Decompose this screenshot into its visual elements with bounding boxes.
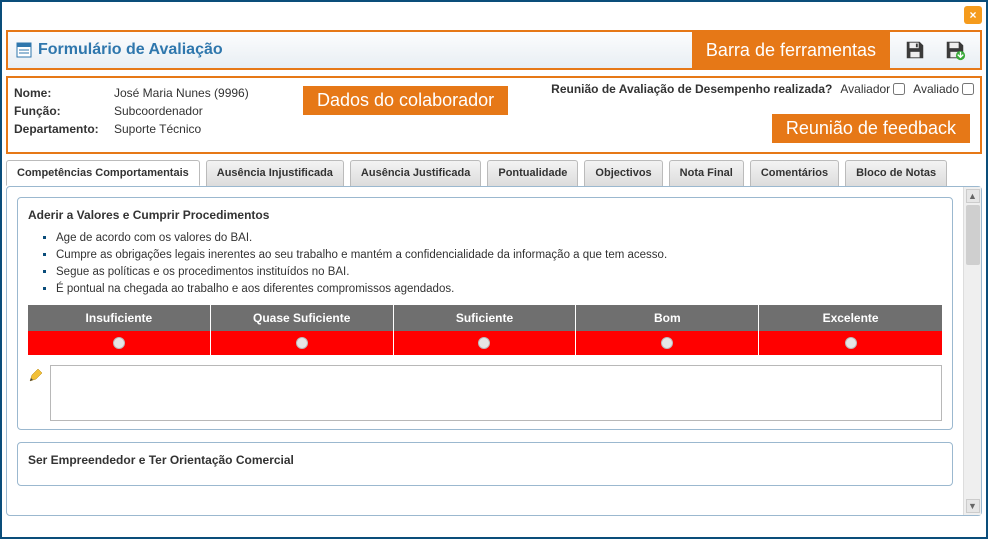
rating-head: Insuficiente: [28, 305, 211, 331]
annotation-collaborator: Dados do colaborador: [303, 86, 508, 115]
annotation-toolbar-label: Barra de ferramentas: [692, 32, 890, 68]
list-item: Cumpre as obrigações legais inerentes ao…: [56, 249, 942, 261]
list-item: Segue as políticas e os procedimentos in…: [56, 266, 942, 278]
scroll-down-button[interactable]: ▼: [966, 499, 980, 513]
function-value: Subcoordenador: [114, 104, 203, 118]
tab-objectivos[interactable]: Objectivos: [584, 160, 662, 186]
rating-cell: [211, 331, 394, 355]
department-value: Suporte Técnico: [114, 122, 201, 136]
competency-block-1: Aderir a Valores e Cumprir Procedimentos…: [17, 197, 953, 430]
rating-cell: [394, 331, 577, 355]
name-label: Nome:: [14, 86, 114, 100]
content-area: Aderir a Valores e Cumprir Procedimentos…: [6, 186, 982, 516]
rating-radio-excelente[interactable]: [845, 337, 857, 349]
toolbar: [890, 32, 980, 68]
save-and-submit-button[interactable]: [944, 39, 966, 61]
rating-col-bom: Bom: [576, 305, 759, 355]
evaluated-checkbox-label: Avaliado: [913, 82, 974, 96]
rating-head: Excelente: [759, 305, 942, 331]
tab-competencias[interactable]: Competências Comportamentais: [6, 160, 200, 186]
list-item: É pontual na chegada ao trabalho e aos d…: [56, 283, 942, 295]
annotation-feedback: Reunião de feedback: [772, 114, 970, 143]
tabs-row: Competências Comportamentais Ausência In…: [6, 160, 982, 186]
tab-pontualidade[interactable]: Pontualidade: [487, 160, 578, 186]
comment-row: [28, 365, 942, 421]
rating-col-excelente: Excelente: [759, 305, 942, 355]
close-button[interactable]: ×: [964, 6, 982, 24]
function-label: Função:: [14, 104, 114, 118]
rating-cell: [759, 331, 942, 355]
scrollbar[interactable]: ▲ ▼: [963, 187, 981, 515]
evaluated-label: Avaliado: [913, 82, 959, 96]
rating-head: Quase Suficiente: [211, 305, 394, 331]
tab-comentarios[interactable]: Comentários: [750, 160, 839, 186]
employee-info-panel: Nome: José Maria Nunes (9996) Função: Su…: [6, 76, 982, 154]
title-bar: Formulário de Avaliação Barra de ferrame…: [6, 30, 982, 70]
evaluator-label: Avaliador: [840, 82, 890, 96]
department-label: Departamento:: [14, 122, 114, 136]
competency-block-2: Ser Empreendedor e Ter Orientação Comerc…: [17, 442, 953, 486]
evaluated-checkbox[interactable]: [962, 83, 974, 95]
title-left: Formulário de Avaliação: [8, 32, 692, 68]
meeting-area: Reunião de Avaliação de Desempenho reali…: [551, 82, 974, 96]
form-icon: [16, 42, 32, 58]
rating-radio-insuficiente[interactable]: [113, 337, 125, 349]
rating-radio-bom[interactable]: [661, 337, 673, 349]
tab-nota-final[interactable]: Nota Final: [669, 160, 744, 186]
tab-bloco-notas[interactable]: Bloco de Notas: [845, 160, 947, 186]
rating-head: Suficiente: [394, 305, 577, 331]
comment-textarea[interactable]: [50, 365, 942, 421]
competency-title-2: Ser Empreendedor e Ter Orientação Comerc…: [28, 453, 942, 467]
rating-radio-quase-suficiente[interactable]: [296, 337, 308, 349]
rating-col-suficiente: Suficiente: [394, 305, 577, 355]
competency-bullets-1: Age de acordo com os valores do BAI. Cum…: [28, 232, 942, 295]
evaluator-checkbox-label: Avaliador: [840, 82, 905, 96]
scroll-thumb[interactable]: [966, 205, 980, 265]
pencil-icon: [28, 367, 44, 383]
name-value: José Maria Nunes (9996): [114, 86, 249, 100]
tab-ausencia-justificada[interactable]: Ausência Justificada: [350, 160, 481, 186]
rating-radio-suficiente[interactable]: [478, 337, 490, 349]
rating-head: Bom: [576, 305, 759, 331]
competency-title-1: Aderir a Valores e Cumprir Procedimentos: [28, 208, 942, 222]
list-item: Age de acordo com os valores do BAI.: [56, 232, 942, 244]
tab-ausencia-injustificada[interactable]: Ausência Injustificada: [206, 160, 344, 186]
rating-table: Insuficiente Quase Suficiente Suficiente: [28, 305, 942, 355]
rating-cell: [28, 331, 211, 355]
rating-cell: [576, 331, 759, 355]
window-topbar: ×: [2, 2, 986, 28]
page-title: Formulário de Avaliação: [38, 41, 223, 59]
evaluator-checkbox[interactable]: [893, 83, 905, 95]
rating-col-quase-suficiente: Quase Suficiente: [211, 305, 394, 355]
scroll-track[interactable]: [966, 205, 980, 497]
scroll-up-button[interactable]: ▲: [966, 189, 980, 203]
save-button[interactable]: [904, 39, 926, 61]
content-scroll: Aderir a Valores e Cumprir Procedimentos…: [7, 187, 963, 515]
app-window: × Formulário de Avaliação Barra de ferra…: [0, 0, 988, 539]
meeting-question: Reunião de Avaliação de Desempenho reali…: [551, 82, 832, 96]
close-icon: ×: [969, 8, 976, 22]
rating-col-insuficiente: Insuficiente: [28, 305, 211, 355]
